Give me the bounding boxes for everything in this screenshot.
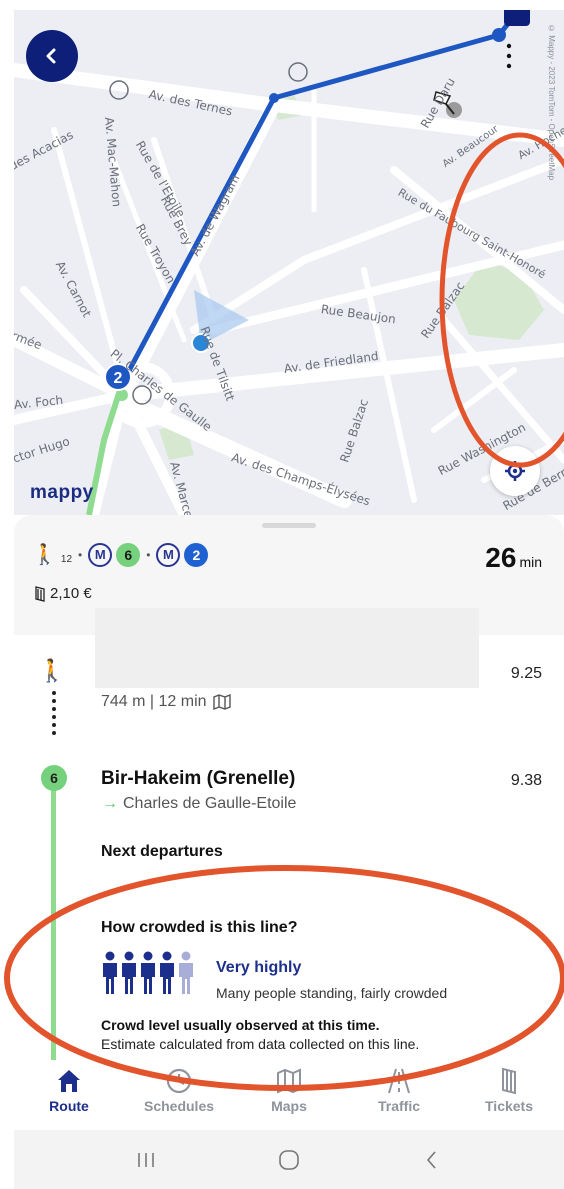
line-6-badge: 6 — [116, 542, 141, 567]
map-icon[interactable] — [212, 694, 231, 710]
crowd-observed-note: Crowd level usually observed at this tim… — [101, 1017, 380, 1033]
nav-route[interactable]: Route — [14, 1060, 124, 1130]
map-route-badge: 2 — [114, 370, 123, 387]
metro-departure-time: 9.38 — [510, 772, 542, 789]
back-system-button[interactable] — [412, 1145, 452, 1175]
person-icon — [103, 951, 117, 994]
walk-start-time: 9.25 — [510, 665, 542, 682]
back-arrow-icon — [427, 1150, 436, 1169]
nav-schedules[interactable]: Schedules — [124, 1060, 234, 1130]
itinerary-sheet: 🚶 12 • M 6 • M 2 26 min 2,10 € 🚶 744 m | … — [14, 515, 564, 1060]
home-button[interactable] — [269, 1145, 309, 1175]
station-name[interactable]: Bir-Hakeim (Grenelle) — [101, 768, 295, 790]
redacted-address — [95, 608, 479, 688]
crowd-level: Very highly — [216, 959, 302, 976]
crowd-level-meter — [101, 951, 195, 995]
route-legs: 🚶 12 • M 6 • M 2 — [32, 542, 209, 567]
back-button[interactable] — [26, 30, 78, 82]
map-icon — [277, 1068, 301, 1094]
home-icon — [58, 1070, 80, 1092]
nav-tickets[interactable]: Tickets — [454, 1060, 564, 1130]
metro-icon: M — [88, 542, 113, 567]
person-icon — [141, 951, 155, 994]
line-6-track — [51, 775, 56, 1060]
walk-icon: 🚶 — [32, 544, 57, 566]
road-icon — [388, 1068, 410, 1094]
direction: → Charles de Gaulle-Etoile — [102, 795, 297, 812]
crowd-description: Many people standing, fairly crowded — [216, 985, 448, 1001]
person-icon — [179, 951, 193, 994]
ticket-icon — [35, 585, 45, 602]
trip-duration: 26 min — [485, 542, 542, 573]
mappy-logo: mappy — [30, 482, 94, 503]
nav-traffic[interactable]: Traffic — [344, 1060, 454, 1130]
map-canvas: 2 — [14, 10, 564, 515]
map-view[interactable]: 2 Av. des Ternes Av. Mac-Mahon Rue de l'… — [14, 10, 564, 515]
crowd-question: How crowded is this line? — [101, 919, 298, 936]
recent-apps-button[interactable] — [126, 1145, 166, 1175]
next-departures-heading[interactable]: Next departures — [101, 843, 223, 861]
walk-icon: 🚶 — [38, 658, 66, 683]
walk-distance-time: 744 m | 12 min — [101, 693, 231, 711]
chevron-left-icon — [46, 48, 56, 64]
clock-icon — [166, 1068, 192, 1094]
crosshair-icon — [505, 461, 525, 481]
system-nav-bar — [14, 1130, 564, 1189]
crowd-estimate-note: Estimate calculated from data collected … — [101, 1036, 420, 1052]
person-icon — [122, 951, 136, 994]
recent-apps-icon — [137, 1152, 154, 1167]
nav-maps[interactable]: Maps — [234, 1060, 344, 1130]
ticket-icon — [502, 1067, 516, 1095]
line-2-badge: 2 — [184, 542, 209, 567]
drag-handle[interactable] — [262, 523, 316, 528]
metro-icon: M — [156, 542, 181, 567]
map-copyright: © Mappy - 2023 TomTom - OpenStreetMap — [547, 24, 556, 181]
trip-price: 2,10 € — [32, 585, 92, 602]
walk-minutes: 12 — [60, 554, 73, 565]
arrow-right-icon: → — [102, 795, 118, 812]
walk-dots — [52, 691, 56, 741]
home-circle-icon — [279, 1149, 299, 1170]
person-icon — [160, 951, 174, 994]
locate-me-button[interactable] — [490, 446, 540, 496]
bottom-nav: Route Schedules Maps Traffic Tickets — [14, 1060, 564, 1130]
line-6-badge: 6 — [41, 765, 67, 791]
